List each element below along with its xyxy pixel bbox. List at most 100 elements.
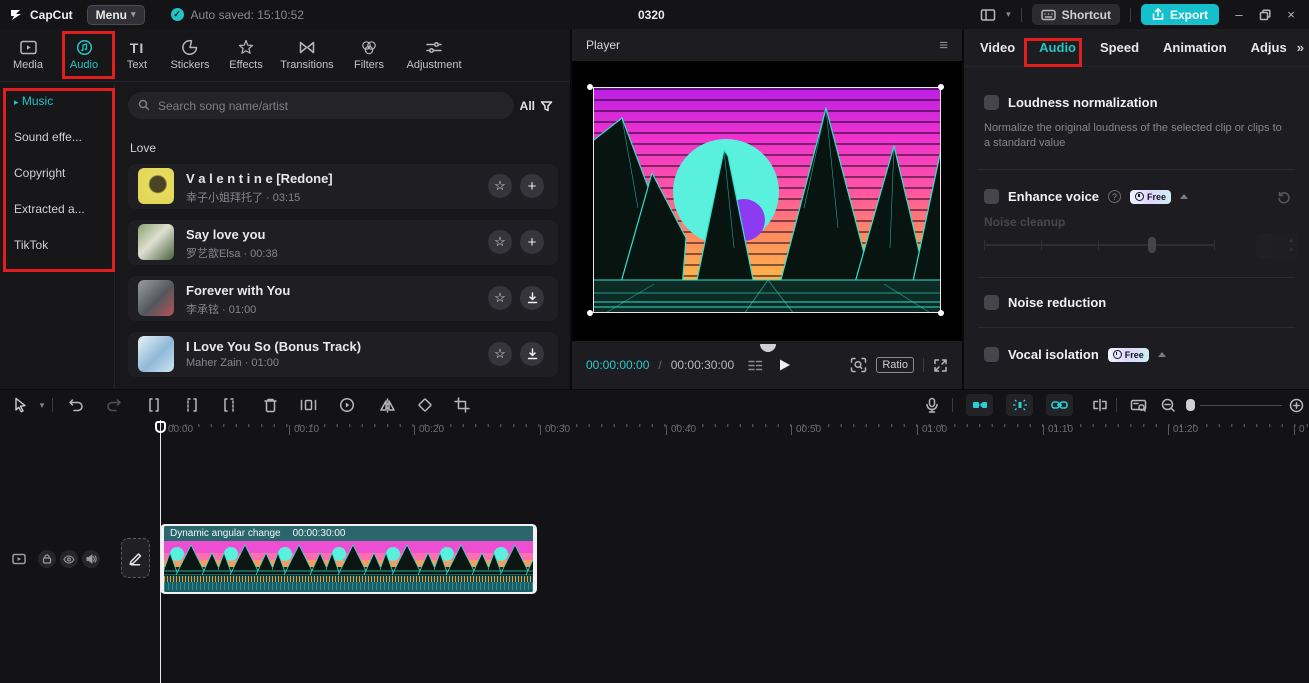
fullscreen-icon[interactable] xyxy=(933,358,948,373)
split-button[interactable] xyxy=(142,393,166,417)
favorite-star-button[interactable]: ☆ xyxy=(488,286,512,310)
mirror-button[interactable] xyxy=(296,393,320,417)
tab-audio-properties[interactable]: Audio xyxy=(1039,40,1076,55)
restore-button[interactable] xyxy=(1259,8,1271,21)
selection-handle[interactable] xyxy=(938,310,944,316)
select-tool-button[interactable] xyxy=(8,393,32,417)
song-card[interactable]: Forever with You 李承铉 · 01:00 ☆ xyxy=(128,276,558,321)
zoom-in-button[interactable] xyxy=(1284,393,1308,417)
add-to-timeline-button[interactable]: + xyxy=(520,174,544,198)
tab-audio[interactable]: Audio xyxy=(56,29,112,81)
divider xyxy=(978,327,1295,328)
filter-all-button[interactable]: All xyxy=(513,92,560,119)
collapse-icon[interactable] xyxy=(1157,352,1166,357)
tab-speed[interactable]: Speed xyxy=(1100,40,1139,55)
preview-zoom-icon[interactable] xyxy=(850,357,867,373)
delete-button[interactable] xyxy=(258,393,282,417)
tab-adjustment-truncated[interactable]: Adjus xyxy=(1251,40,1287,55)
tab-adjustment[interactable]: Adjustment xyxy=(398,29,470,81)
noise-reduction-checkbox[interactable] xyxy=(984,295,999,310)
help-icon[interactable]: ? xyxy=(1108,190,1122,203)
timeline-zoom-handle[interactable] xyxy=(1186,399,1195,411)
auto-snap-toggle[interactable] xyxy=(1006,394,1033,416)
stepper-arrows[interactable]: ▴ ▾ xyxy=(1289,236,1293,255)
speed-button[interactable] xyxy=(335,393,359,417)
sidebar-item-sound-effects[interactable]: Sound effe... xyxy=(0,119,114,155)
sidebar-item-music[interactable]: ▸ Music xyxy=(0,83,114,119)
link-toggle[interactable] xyxy=(1046,394,1073,416)
adjust-layout-button[interactable] xyxy=(1126,393,1150,417)
download-button[interactable] xyxy=(520,342,544,366)
player-viewport[interactable] xyxy=(572,61,962,352)
delete-right-button[interactable] xyxy=(217,393,241,417)
select-tool-chevron[interactable]: ▾ xyxy=(30,393,54,417)
menu-button[interactable]: Menu ▾ xyxy=(86,4,145,25)
record-voiceover-button[interactable] xyxy=(920,393,944,417)
reset-icon[interactable] xyxy=(1277,190,1291,204)
sidebar-item-tiktok[interactable]: TikTok xyxy=(0,227,114,263)
selection-handle[interactable] xyxy=(938,84,944,90)
play-button[interactable] xyxy=(778,358,791,372)
ratio-button[interactable]: Ratio xyxy=(876,357,914,373)
selection-handle[interactable] xyxy=(587,310,593,316)
rotate-button[interactable] xyxy=(413,393,437,417)
song-card[interactable]: V a l e n t i n e [Redone] 幸子小姐拜托了 · 03:… xyxy=(128,164,558,209)
song-meta: 幸子小姐拜托了 · 03:15 xyxy=(186,192,301,204)
close-button[interactable]: × xyxy=(1281,7,1301,22)
slider-track[interactable] xyxy=(984,244,1214,246)
tab-video[interactable]: Video xyxy=(980,40,1015,55)
sidebar-item-extracted-audio[interactable]: Extracted a... xyxy=(0,191,114,227)
mute-track-button[interactable] xyxy=(82,550,100,568)
add-to-timeline-button[interactable]: + xyxy=(520,230,544,254)
more-tabs-chevron-icon[interactable]: » xyxy=(1297,40,1304,55)
timeline-ruler[interactable]: 00:00 00:10 00:20 00:30 00:40 00:50 01:0… xyxy=(0,420,1309,440)
timeline-clip[interactable]: Dynamic angular change 00:00:30:00 xyxy=(160,524,537,594)
menu-label: Menu xyxy=(95,7,128,22)
tab-stickers[interactable]: Stickers xyxy=(162,29,218,81)
tab-filters[interactable]: Filters xyxy=(340,29,398,81)
export-button[interactable]: Export xyxy=(1140,4,1219,25)
tab-transitions[interactable]: Transitions xyxy=(274,29,340,81)
crop-button[interactable] xyxy=(450,393,474,417)
preview-axis-button[interactable] xyxy=(1088,393,1112,417)
tab-animation[interactable]: Animation xyxy=(1163,40,1227,55)
favorite-star-button[interactable]: ☆ xyxy=(488,174,512,198)
duration-timecode: 00:00:30:00 xyxy=(670,358,735,372)
loudness-checkbox[interactable] xyxy=(984,95,999,110)
tab-effects[interactable]: Effects xyxy=(218,29,274,81)
playhead-line[interactable] xyxy=(160,420,161,683)
playhead-handle[interactable] xyxy=(155,421,166,433)
noise-cleanup-value-input[interactable]: ▴ ▾ xyxy=(1256,233,1298,259)
zoom-out-button[interactable] xyxy=(1156,393,1180,417)
enhance-voice-checkbox[interactable] xyxy=(984,189,999,204)
redo-button[interactable] xyxy=(102,393,126,417)
preview-quality-icon[interactable] xyxy=(747,359,763,372)
clock-icon xyxy=(1135,192,1145,201)
song-card[interactable]: Say love you 罗艺歆Elsa · 00:38 ☆ + xyxy=(128,220,558,265)
sidebar-item-copyright[interactable]: Copyright xyxy=(0,155,114,191)
undo-button[interactable] xyxy=(64,393,88,417)
favorite-star-button[interactable]: ☆ xyxy=(488,342,512,366)
layout-chevron-icon[interactable]: ▾ xyxy=(1006,9,1011,20)
search-input[interactable] xyxy=(128,92,514,119)
timeline-zoom-slider[interactable] xyxy=(1200,404,1282,406)
tab-text[interactable]: TI Text xyxy=(112,29,162,81)
minimize-button[interactable]: – xyxy=(1229,7,1249,22)
favorite-star-button[interactable]: ☆ xyxy=(488,230,512,254)
vocal-isolation-checkbox[interactable] xyxy=(984,347,999,362)
delete-left-button[interactable] xyxy=(180,393,204,417)
song-card[interactable]: I Love You So (Bonus Track) Maher Zain ·… xyxy=(128,332,558,377)
main-track-magnet-toggle[interactable] xyxy=(966,394,993,416)
player-menu-icon[interactable]: ≡ xyxy=(939,37,948,54)
panel-layout-icon[interactable] xyxy=(980,7,996,23)
selection-handle[interactable] xyxy=(587,84,593,90)
flip-button[interactable] xyxy=(375,393,399,417)
tab-media[interactable]: Media xyxy=(0,29,56,81)
collapse-icon[interactable] xyxy=(1180,194,1189,199)
lock-track-button[interactable] xyxy=(38,550,56,568)
toggle-visibility-button[interactable] xyxy=(60,550,78,568)
slider-handle[interactable] xyxy=(1148,237,1156,253)
download-button[interactable] xyxy=(520,286,544,310)
shortcut-button[interactable]: Shortcut xyxy=(1031,4,1120,25)
edit-cover-button[interactable] xyxy=(121,538,150,578)
